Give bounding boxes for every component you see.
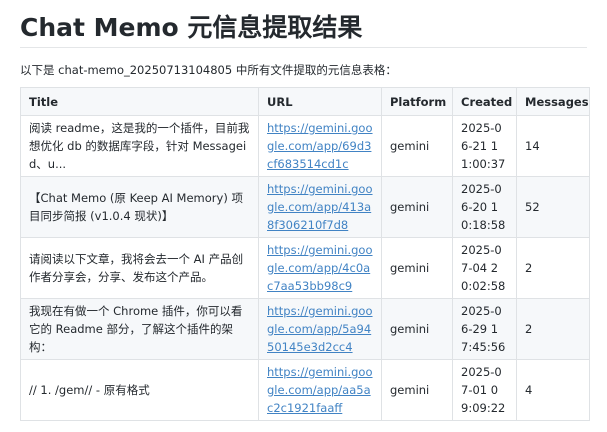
cell-created: 2025-07-01 09:09:22 — [452, 359, 517, 421]
table-header-row: Title URL Platform Created Messages — [20, 87, 590, 116]
table-row: 阅读 readme，这是我的一个插件，目前我想优化 db 的数据库字段，针对 M… — [20, 115, 590, 177]
column-header-title: Title — [20, 87, 259, 116]
table-row: 我现在有做一个 Chrome 插件，你可以看它的 Readme 部分，了解这个插… — [20, 298, 590, 360]
column-header-platform: Platform — [381, 87, 453, 116]
cell-messages: 2 — [516, 298, 590, 360]
cell-title: 我现在有做一个 Chrome 插件，你可以看它的 Readme 部分，了解这个插… — [20, 298, 259, 360]
title-divider — [20, 47, 587, 48]
cell-platform: gemini — [381, 115, 453, 177]
metadata-table: Title URL Platform Created Messages 阅读 r… — [20, 87, 590, 421]
cell-title: 【Chat Memo (原 Keep AI Memory) 项目同步简报 (v1… — [20, 176, 259, 238]
table-row: 【Chat Memo (原 Keep AI Memory) 项目同步简报 (v1… — [20, 176, 590, 238]
cell-messages: 52 — [516, 176, 590, 238]
document-page: Chat Memo 元信息提取结果 以下是 chat-memo_20250713… — [0, 0, 607, 432]
cell-title: 阅读 readme，这是我的一个插件，目前我想优化 db 的数据库字段，针对 M… — [20, 115, 259, 177]
cell-messages: 2 — [516, 237, 590, 299]
cell-created: 2025-06-29 17:45:56 — [452, 298, 517, 360]
cell-url: https://gemini.google.com/app/69d3cf6835… — [258, 115, 382, 177]
cell-messages: 4 — [516, 359, 590, 421]
url-link[interactable]: https://gemini.google.com/app/aa5ac2c192… — [267, 365, 373, 415]
page-title: Chat Memo 元信息提取结果 — [20, 13, 363, 42]
table-row: 请阅读以下文章，我将会去一个 AI 产品创作者分享会，分享、发布这个产品。 ht… — [20, 237, 590, 299]
cell-title: // 1. /gem// - 原有格式 — [20, 359, 259, 421]
cell-platform: gemini — [381, 237, 453, 299]
cell-platform: gemini — [381, 298, 453, 360]
cell-platform: gemini — [381, 176, 453, 238]
cell-url: https://gemini.google.com/app/aa5ac2c192… — [258, 359, 382, 421]
cell-created: 2025-06-21 11:00:37 — [452, 115, 517, 177]
column-header-messages: Messages — [516, 87, 590, 116]
url-link[interactable]: https://gemini.google.com/app/4c0ac7aa53… — [267, 243, 373, 293]
cell-url: https://gemini.google.com/app/5a9450145e… — [258, 298, 382, 360]
url-link[interactable]: https://gemini.google.com/app/413a8f3062… — [267, 182, 373, 232]
url-link[interactable]: https://gemini.google.com/app/5a9450145e… — [267, 304, 373, 354]
table-row: // 1. /gem// - 原有格式 https://gemini.googl… — [20, 359, 590, 421]
cell-messages: 14 — [516, 115, 590, 177]
intro-text: 以下是 chat-memo_20250713104805 中所有文件提取的元信息… — [20, 63, 397, 77]
cell-url: https://gemini.google.com/app/413a8f3062… — [258, 176, 382, 238]
cell-created: 2025-07-04 20:02:58 — [452, 237, 517, 299]
cell-platform: gemini — [381, 359, 453, 421]
column-header-created: Created — [452, 87, 517, 116]
cell-title: 请阅读以下文章，我将会去一个 AI 产品创作者分享会，分享、发布这个产品。 — [20, 237, 259, 299]
column-header-url: URL — [258, 87, 382, 116]
cell-created: 2025-06-20 10:18:58 — [452, 176, 517, 238]
url-link[interactable]: https://gemini.google.com/app/69d3cf6835… — [267, 121, 373, 171]
cell-url: https://gemini.google.com/app/4c0ac7aa53… — [258, 237, 382, 299]
